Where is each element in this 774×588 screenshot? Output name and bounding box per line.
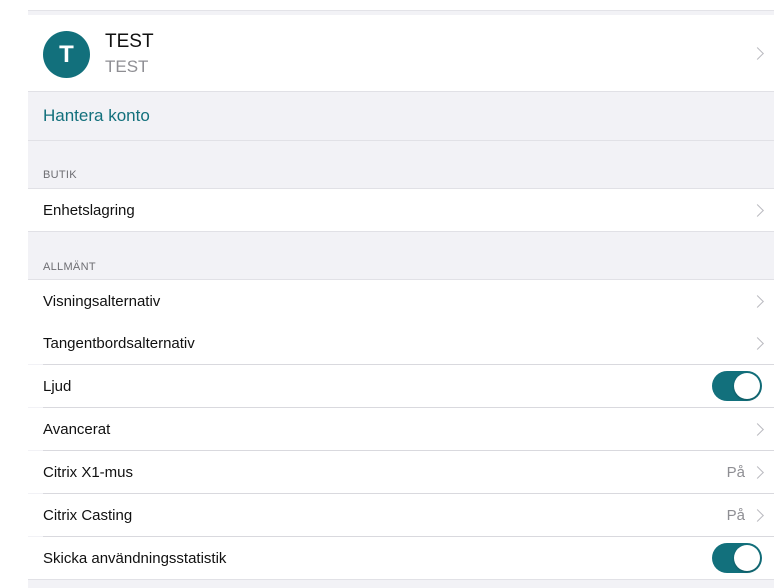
settings-item-sound: Ljud — [28, 365, 774, 408]
settings-item-label: Enhetslagring — [43, 202, 135, 219]
account-subtitle: TEST — [105, 57, 149, 76]
toggle-knob — [734, 545, 760, 571]
settings-item-label: Skicka användningsstatistik — [43, 550, 227, 567]
sound-toggle[interactable] — [712, 371, 762, 401]
settings-item-label: Citrix Casting — [43, 507, 133, 524]
avatar: T — [43, 31, 90, 78]
settings-item-usage-statistics: Skicka användningsstatistik — [28, 537, 774, 580]
chevron-right-icon — [751, 204, 764, 217]
settings-item-device-storage[interactable]: Enhetslagring — [28, 188, 774, 232]
section-header-general: ALLMÄNT — [43, 261, 96, 273]
settings-item-value: På — [726, 464, 745, 481]
manage-account-row[interactable]: Hantera konto — [28, 92, 774, 141]
settings-item-display-options[interactable]: Visningsalternativ — [28, 279, 774, 323]
chevron-right-icon — [751, 337, 764, 350]
chevron-right-icon — [751, 423, 764, 436]
settings-item-label: Avancerat — [43, 421, 111, 438]
settings-item-advanced[interactable]: Avancerat — [28, 408, 774, 451]
settings-panel: T TEST TEST Hantera konto BUTIK Enhetsla… — [28, 10, 774, 588]
usage-statistics-toggle[interactable] — [712, 543, 762, 573]
chevron-right-icon — [751, 509, 764, 522]
settings-item-citrix-casting[interactable]: Citrix Casting På — [28, 494, 774, 537]
settings-item-label: Tangentbordsalternativ — [43, 335, 195, 352]
chevron-right-icon — [751, 47, 764, 60]
chevron-right-icon — [751, 466, 764, 479]
account-row[interactable]: T TEST TEST — [28, 15, 774, 92]
settings-item-x1-mouse[interactable]: Citrix X1-mus På — [28, 451, 774, 494]
settings-item-value: På — [726, 507, 745, 524]
toggle-knob — [734, 373, 760, 399]
manage-account-link[interactable]: Hantera konto — [43, 106, 150, 126]
settings-item-keyboard-options[interactable]: Tangentbordsalternativ — [28, 322, 774, 365]
settings-item-label: Citrix X1-mus — [43, 464, 134, 481]
chevron-right-icon — [751, 295, 764, 308]
section-header-store: BUTIK — [43, 169, 77, 181]
settings-item-label: Visningsalternativ — [43, 293, 161, 310]
account-name: TEST — [105, 31, 154, 52]
settings-item-label: Ljud — [43, 378, 72, 395]
